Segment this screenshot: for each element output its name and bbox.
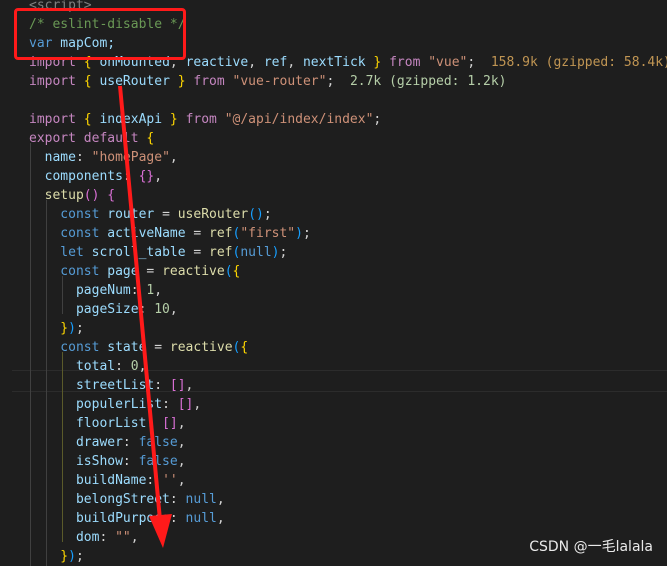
watermark: CSDN @一毛lalala — [529, 539, 653, 555]
annotation-arrow — [118, 85, 172, 548]
